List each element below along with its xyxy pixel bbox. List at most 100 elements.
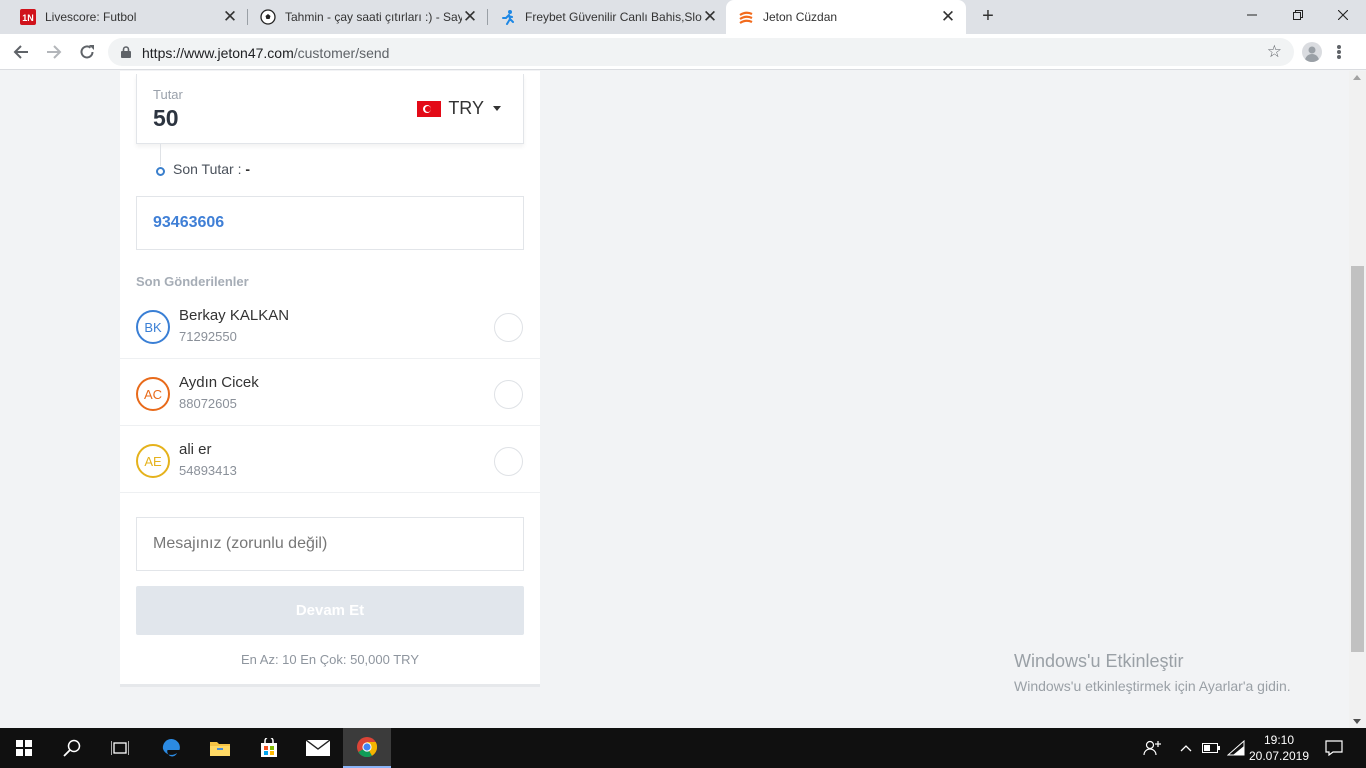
vertical-scrollbar[interactable] [1349, 71, 1366, 728]
store-button[interactable] [245, 728, 293, 768]
recipient-radio[interactable] [494, 380, 523, 409]
close-icon[interactable]: ✕ [222, 8, 238, 25]
restore-button[interactable] [1275, 0, 1321, 30]
start-button[interactable] [0, 728, 48, 768]
recipient-number: 71292550 [179, 329, 237, 344]
continue-button[interactable]: Devam Et [136, 586, 524, 635]
chevron-up-icon [1180, 745, 1192, 752]
turkey-flag-icon [417, 100, 442, 117]
task-view-button[interactable] [96, 728, 144, 768]
tab-jeton[interactable]: Jeton Cüzdan ✕ [726, 0, 966, 34]
search-icon [63, 739, 81, 757]
amount-value[interactable]: 50 [153, 105, 179, 132]
livescore-icon: 1N [20, 9, 36, 25]
back-arrow-icon [13, 45, 28, 59]
clock-date: 20.07.2019 [1248, 749, 1310, 763]
currency-code: TRY [448, 98, 484, 118]
caret-down-icon [493, 106, 501, 111]
edge-icon [162, 739, 180, 757]
avatar: BK [136, 310, 170, 344]
windows-logo-icon [16, 740, 32, 756]
mail-button[interactable] [294, 728, 342, 768]
recipient-name: Aydın Cicek [179, 374, 259, 391]
action-center-button[interactable] [1318, 728, 1350, 768]
minimize-button[interactable] [1229, 0, 1275, 30]
amount-field[interactable]: Tutar 50 TRY [136, 74, 524, 144]
reload-button[interactable] [72, 37, 102, 67]
message-input[interactable] [137, 518, 523, 570]
folder-icon [210, 742, 230, 756]
recent-recipient-item[interactable]: AC Aydın Cicek 88072605 [120, 359, 540, 426]
watermark-title: Windows'u Etkinleştir [1014, 651, 1184, 671]
clock-time: 19:10 [1263, 733, 1295, 747]
watermark-text: Windows'u etkinleştirmek için Ayarlar'a … [1014, 678, 1291, 694]
reload-icon [80, 45, 94, 59]
bookmark-star-icon[interactable]: ☆ [1267, 42, 1282, 62]
browser-titlebar: 1N Livescore: Futbol ✕ Tahmin - çay saat… [0, 0, 1366, 34]
profile-avatar-icon[interactable] [1302, 42, 1322, 62]
close-window-button[interactable] [1320, 0, 1366, 30]
soccer-ball-icon [260, 9, 276, 25]
browser-toolbar: https://www.jeton47.com/customer/send ☆ [0, 34, 1366, 70]
account-number-field[interactable]: 93463606 [136, 196, 524, 250]
tab-title: Freybet Güvenilir Canlı Bahis,Slot [525, 10, 702, 24]
restore-icon [1293, 10, 1303, 20]
avatar: AC [136, 377, 170, 411]
recent-recipients-title: Son Gönderilenler [136, 274, 249, 289]
chrome-button[interactable] [343, 728, 391, 768]
back-button[interactable] [6, 37, 36, 67]
address-bar[interactable]: https://www.jeton47.com/customer/send ☆ [108, 38, 1294, 66]
scroll-down-arrow-icon[interactable] [1353, 719, 1361, 724]
jeton-icon [738, 9, 754, 25]
recent-recipient-item[interactable]: BK Berkay KALKAN 71292550 [120, 292, 540, 359]
tab-livescore[interactable]: 1N Livescore: Futbol ✕ [8, 0, 248, 34]
windows-activation-watermark: Windows'u Etkinleştir Windows'u etkinleş… [1014, 651, 1291, 694]
tab-tahmin[interactable]: Tahmin - çay saati çıtırları :) - Say ✕ [248, 0, 488, 34]
recipient-radio[interactable] [494, 313, 523, 342]
close-icon[interactable]: ✕ [702, 8, 718, 25]
tab-freybet[interactable]: Freybet Güvenilir Canlı Bahis,Slot ✕ [488, 0, 728, 34]
show-hidden-icons-button[interactable] [1176, 728, 1196, 768]
store-icon [261, 738, 277, 757]
people-button[interactable] [1140, 728, 1164, 768]
forward-button[interactable] [39, 37, 69, 67]
recipient-radio[interactable] [494, 447, 523, 476]
amount-label: Tutar [153, 87, 183, 102]
edge-browser-button[interactable] [147, 728, 195, 768]
network-button[interactable] [1225, 728, 1247, 768]
windows-taskbar: 19:10 20.07.2019 [0, 728, 1366, 768]
people-icon [1143, 740, 1161, 756]
recent-recipient-item[interactable]: AE ali er 54893413 [120, 426, 540, 493]
account-number-value: 93463606 [153, 214, 225, 231]
browser-menu-icon[interactable] [1336, 42, 1342, 62]
search-button[interactable] [48, 728, 96, 768]
scrollbar-thumb[interactable] [1351, 266, 1364, 652]
recipient-number: 54893413 [179, 463, 237, 478]
close-icon[interactable]: ✕ [940, 8, 956, 25]
page-viewport: Tutar 50 TRY Son Tutar : - 93463606 Son … [0, 71, 1366, 728]
avatar: AE [136, 444, 170, 478]
battery-button[interactable] [1200, 728, 1222, 768]
timeline-dot-icon [156, 167, 165, 176]
close-icon[interactable]: ✕ [462, 8, 478, 25]
recipient-name: ali er [179, 441, 212, 458]
new-tab-button[interactable]: + [977, 5, 999, 27]
scroll-up-arrow-icon[interactable] [1353, 75, 1361, 80]
amount-limits: En Az: 10 En Çok: 50,000 TRY [240, 652, 420, 667]
mail-icon [306, 740, 330, 756]
notification-icon [1325, 740, 1343, 756]
close-icon [1338, 10, 1348, 20]
recipient-number: 88072605 [179, 396, 237, 411]
lock-icon [121, 46, 131, 58]
tab-title: Tahmin - çay saati çıtırları :) - Say [285, 10, 462, 24]
tab-title: Jeton Cüzdan [763, 10, 838, 24]
battery-icon [1202, 743, 1220, 753]
file-explorer-button[interactable] [196, 728, 244, 768]
final-amount: Son Tutar : - [173, 161, 251, 177]
recipient-name: Berkay KALKAN [179, 307, 290, 324]
chrome-icon [357, 737, 378, 758]
currency-select[interactable]: TRY [417, 98, 501, 119]
task-view-icon [111, 741, 129, 755]
system-clock[interactable]: 19:10 20.07.2019 [1247, 732, 1311, 764]
tab-title: Livescore: Futbol [45, 10, 137, 24]
